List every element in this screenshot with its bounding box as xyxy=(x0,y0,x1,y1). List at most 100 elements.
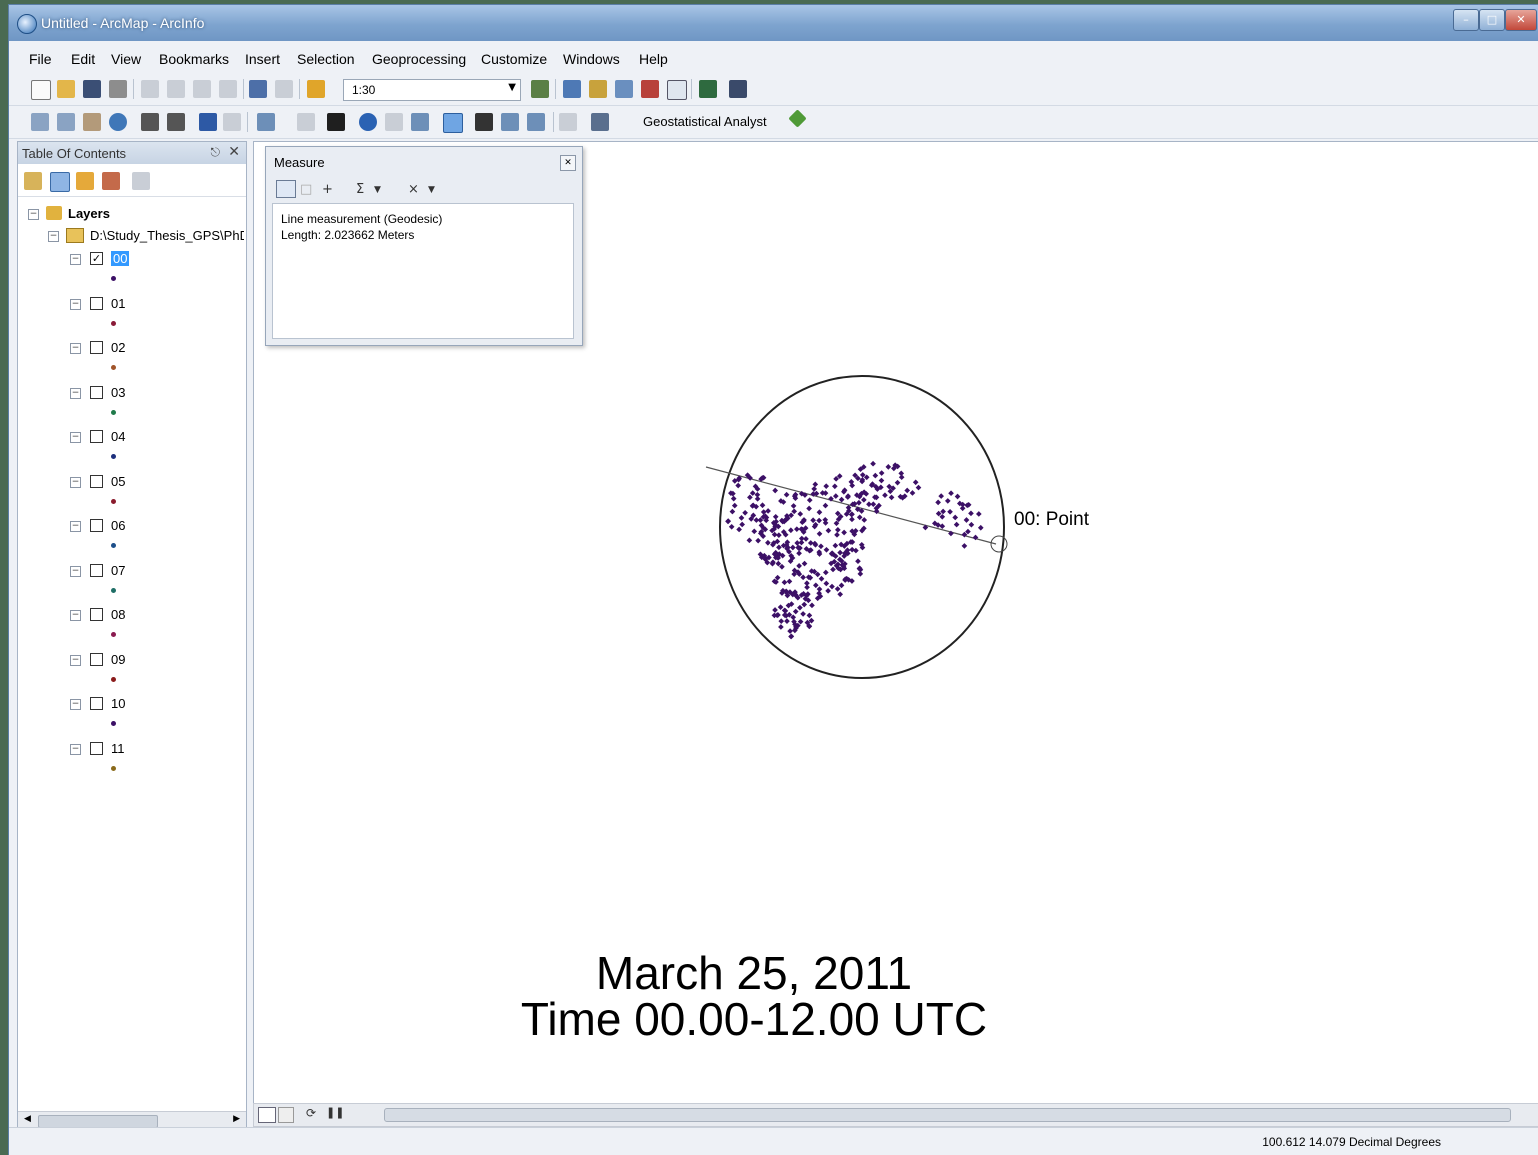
pin-icon[interactable]: ⎋ xyxy=(211,145,221,160)
units-dropdown-icon[interactable]: ▼ xyxy=(428,185,435,195)
layer-name[interactable]: 01 xyxy=(111,296,125,311)
sum-icon[interactable]: Σ xyxy=(356,182,364,197)
cut-icon[interactable] xyxy=(141,80,159,98)
layer-collapse-toggle[interactable]: − xyxy=(70,387,81,399)
layer-visibility-checkbox[interactable] xyxy=(90,519,103,532)
table-of-contents-icon[interactable] xyxy=(563,80,581,98)
layer-name[interactable]: 08 xyxy=(111,607,125,622)
menu-edit[interactable]: Edit xyxy=(71,51,95,67)
layers-collapse-toggle[interactable]: − xyxy=(28,209,39,220)
measure-feature-icon[interactable]: + xyxy=(322,182,333,197)
print-icon[interactable] xyxy=(109,80,127,98)
python-window-icon[interactable] xyxy=(667,80,687,100)
create-viewer-icon[interactable] xyxy=(591,113,609,131)
layer-name[interactable]: 02 xyxy=(111,340,125,355)
layer-collapse-toggle[interactable]: − xyxy=(70,610,81,621)
layer-visibility-checkbox[interactable] xyxy=(90,563,103,577)
scroll-left-icon[interactable]: ◀ xyxy=(24,1114,31,1124)
toc-options-icon[interactable] xyxy=(132,172,150,190)
add-data-icon[interactable] xyxy=(307,80,325,98)
zoom-out-icon[interactable] xyxy=(57,113,75,131)
editor-toolbar-icon[interactable] xyxy=(531,80,549,98)
layer-collapse-toggle[interactable]: − xyxy=(70,654,81,666)
modelbuilder-icon[interactable] xyxy=(699,80,717,98)
zoom-in-icon[interactable] xyxy=(31,113,49,131)
layout-view-icon[interactable] xyxy=(278,1107,294,1123)
layer-visibility-checkbox[interactable] xyxy=(90,385,103,399)
menu-windows[interactable]: Windows xyxy=(563,51,620,67)
refresh-icon[interactable]: ⟳ xyxy=(306,1106,316,1120)
hyperlink-icon[interactable] xyxy=(385,113,403,131)
select-elements-icon[interactable] xyxy=(327,113,345,131)
layer-visibility-checkbox[interactable] xyxy=(90,741,103,755)
go-to-xy-icon[interactable] xyxy=(527,113,545,131)
back-extent-icon[interactable] xyxy=(199,113,217,131)
find-icon[interactable] xyxy=(475,113,493,131)
layer-visibility-checkbox[interactable] xyxy=(90,430,103,443)
layer-collapse-toggle[interactable]: − xyxy=(70,565,81,577)
new-document-icon[interactable] xyxy=(31,80,51,100)
layer-name[interactable]: 06 xyxy=(111,518,125,533)
map-scroll-thumb[interactable] xyxy=(384,1108,1511,1122)
layer-collapse-toggle[interactable]: − xyxy=(70,476,81,488)
layer-name[interactable]: 10 xyxy=(111,696,125,711)
chevron-down-icon[interactable]: ▼ xyxy=(374,185,381,195)
fixed-zoom-out-icon[interactable] xyxy=(167,113,185,131)
layer-name[interactable]: 04 xyxy=(111,429,125,444)
layer-visibility-checkbox[interactable] xyxy=(90,341,103,354)
layer-name[interactable]: 00 xyxy=(111,251,130,266)
folder-path[interactable]: D:\Study_Thesis_GPS\PhD xyxy=(90,228,244,243)
html-popup-icon[interactable] xyxy=(411,113,429,131)
clear-selection-icon[interactable] xyxy=(297,113,315,131)
search-window-icon[interactable] xyxy=(615,80,633,98)
catalog-icon[interactable] xyxy=(589,80,607,98)
delete-icon[interactable] xyxy=(219,80,237,98)
full-extent-icon[interactable] xyxy=(109,113,127,131)
layer-collapse-toggle[interactable]: − xyxy=(70,343,81,354)
layer-visibility-checkbox[interactable] xyxy=(90,652,103,666)
data-view-icon[interactable] xyxy=(258,1107,276,1123)
fixed-zoom-in-icon[interactable] xyxy=(141,113,159,131)
layer-name[interactable]: 03 xyxy=(111,385,125,400)
paste-icon[interactable] xyxy=(193,80,211,98)
list-by-drawing-order-icon[interactable] xyxy=(24,172,42,190)
select-features-icon[interactable] xyxy=(257,113,275,131)
close-icon[interactable]: ✕ xyxy=(228,144,240,160)
menu-geoprocessing[interactable]: Geoprocessing xyxy=(372,51,466,67)
list-by-source-icon[interactable] xyxy=(50,172,70,192)
layers-root[interactable]: Layers xyxy=(68,206,110,221)
measure-icon[interactable] xyxy=(443,113,463,133)
close-button[interactable]: ✕ xyxy=(1505,9,1537,31)
menu-customize[interactable]: Customize xyxy=(481,51,547,67)
layer-name[interactable]: 05 xyxy=(111,474,125,489)
minimize-button[interactable]: – xyxy=(1453,9,1479,31)
layer-collapse-toggle[interactable]: − xyxy=(70,298,81,310)
geostatistical-analyst-menu[interactable]: Geostatistical Analyst xyxy=(643,114,767,129)
copy-icon[interactable] xyxy=(167,80,185,98)
menu-view[interactable]: View xyxy=(111,51,141,67)
scroll-right-icon[interactable]: ▶ xyxy=(233,1114,240,1124)
map-scale-select[interactable]: 1:30 ▼ xyxy=(343,79,521,101)
menu-bookmarks[interactable]: Bookmarks xyxy=(159,51,229,67)
pan-icon[interactable] xyxy=(83,113,101,131)
layer-collapse-toggle[interactable]: − xyxy=(70,432,81,443)
layer-collapse-toggle[interactable]: − xyxy=(70,254,81,265)
open-folder-icon[interactable] xyxy=(57,80,75,98)
menu-insert[interactable]: Insert xyxy=(245,51,280,67)
time-slider-icon[interactable] xyxy=(559,113,577,131)
list-by-visibility-icon[interactable] xyxy=(76,172,94,190)
identify-icon[interactable] xyxy=(359,113,377,131)
measure-line-icon[interactable] xyxy=(276,180,296,198)
pause-drawing-icon[interactable]: ❚❚ xyxy=(326,1106,344,1119)
layer-collapse-toggle[interactable]: − xyxy=(70,743,81,755)
find-route-icon[interactable] xyxy=(501,113,519,131)
layer-visibility-checkbox[interactable]: ✓ xyxy=(90,252,103,265)
layer-collapse-toggle[interactable]: − xyxy=(70,521,81,532)
layer-name[interactable]: 09 xyxy=(111,652,125,667)
close-icon[interactable]: ✕ xyxy=(560,155,576,171)
list-by-selection-icon[interactable] xyxy=(102,172,120,190)
whats-this-icon[interactable] xyxy=(729,80,747,98)
menu-file[interactable]: File xyxy=(29,51,52,67)
folder-collapse-toggle[interactable]: − xyxy=(48,231,59,242)
arctoolbox-icon[interactable] xyxy=(641,80,659,98)
